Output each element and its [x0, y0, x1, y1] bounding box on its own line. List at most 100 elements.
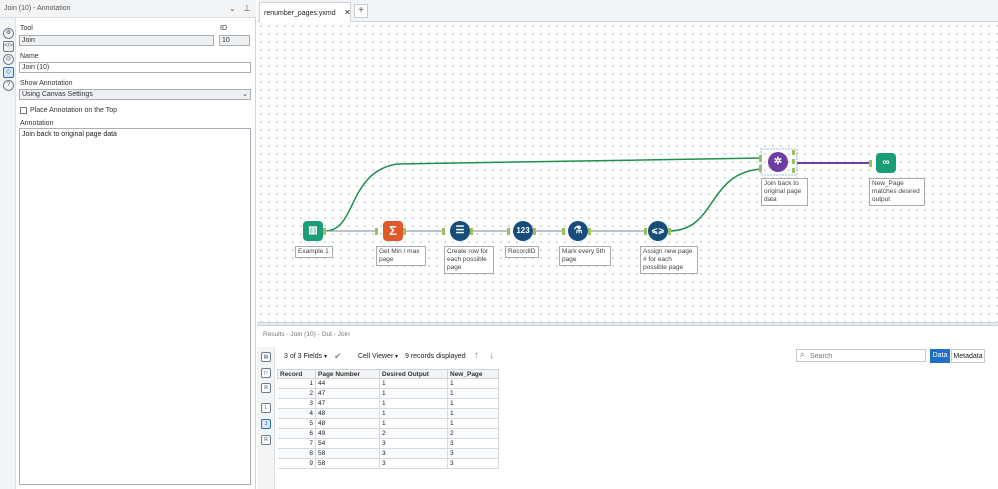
table-row[interactable]: 1 44 1 1: [277, 378, 499, 389]
page-number-cell[interactable]: 48: [315, 418, 380, 429]
left-input-anchor[interactable]: [759, 155, 762, 162]
browse-tool[interactable]: ∞: [876, 153, 896, 173]
output-anchor[interactable]: [668, 228, 671, 235]
annotation-textarea[interactable]: Join back to original page data: [19, 128, 251, 485]
new-page-cell[interactable]: 1: [447, 408, 499, 419]
desired-output-cell[interactable]: 1: [379, 408, 448, 419]
page-number-cell[interactable]: 47: [315, 398, 380, 409]
table-row[interactable]: 3 47 1 1: [277, 398, 499, 409]
output-anchor[interactable]: [533, 228, 536, 235]
page-number-cell[interactable]: 44: [315, 378, 380, 389]
table-row[interactable]: 4 48 1 1: [277, 408, 499, 419]
fields-selector[interactable]: 3 of 3 Fields: [284, 353, 322, 360]
tab-label: renumber_pages.yxmd: [264, 10, 336, 17]
desired-output-cell[interactable]: 3: [379, 458, 448, 469]
new-page-cell[interactable]: 3: [447, 458, 499, 469]
generate-rows-tool[interactable]: ☰: [450, 221, 470, 241]
input-anchor[interactable]: [442, 228, 445, 235]
l-anchor-view-icon[interactable]: L: [261, 403, 271, 413]
page-number-cell[interactable]: 47: [315, 388, 380, 399]
join-right-output-anchor[interactable]: [792, 168, 795, 173]
new-page-cell[interactable]: 3: [447, 438, 499, 449]
r-output-view-icon[interactable]: R: [261, 435, 271, 445]
input-anchor[interactable]: [375, 228, 378, 235]
join-inner-output-anchor[interactable]: [792, 159, 795, 164]
r-anchor-view-icon[interactable]: R: [261, 383, 271, 393]
desired-output-cell[interactable]: 3: [379, 438, 448, 449]
data-button[interactable]: Data: [930, 349, 950, 363]
search-input[interactable]: [810, 351, 920, 361]
configuration-gear-icon[interactable]: ⚙: [3, 28, 14, 39]
connection-multirow-to-join[interactable]: [668, 168, 763, 232]
input-anchor[interactable]: [507, 228, 510, 235]
new-page-cell[interactable]: 1: [447, 378, 499, 389]
table-row[interactable]: 2 47 1 1: [277, 388, 499, 399]
xml-code-icon[interactable]: </>: [3, 41, 14, 52]
formula-tool[interactable]: ⚗: [568, 221, 588, 241]
page-number-cell[interactable]: 49: [315, 428, 380, 439]
input-anchor[interactable]: [869, 160, 872, 167]
tab-renumber-pages[interactable]: renumber_pages.yxmd ✕: [259, 2, 351, 22]
j-anchor-view-icon[interactable]: J: [261, 419, 271, 429]
multi-row-formula-tool[interactable]: ⩽⩾: [648, 221, 668, 241]
show-annotation-select[interactable]: Using Canvas Settings ⌄: [19, 89, 251, 100]
input-anchor-view-icon[interactable]: ▷: [261, 368, 271, 378]
table-row[interactable]: 8 58 3 3: [277, 448, 499, 459]
help-icon[interactable]: ?: [3, 80, 14, 91]
table-row[interactable]: 9 58 3 3: [277, 458, 499, 469]
column-header-desired-output[interactable]: Desired Output: [379, 369, 448, 379]
table-row[interactable]: 5 48 1 1: [277, 418, 499, 429]
desired-output-cell[interactable]: 2: [379, 428, 448, 439]
workflow-canvas[interactable]: ▥ Example 1 Σ Get Min / max page ☰ Creat…: [257, 22, 998, 322]
new-page-cell[interactable]: 1: [447, 388, 499, 399]
name-field[interactable]: Join (10): [19, 62, 251, 73]
new-page-cell[interactable]: 2: [447, 428, 499, 439]
desired-output-cell[interactable]: 1: [379, 378, 448, 389]
checkmark-icon[interactable]: ✔: [334, 351, 342, 362]
metadata-button[interactable]: Metadata: [951, 349, 985, 363]
output-anchor[interactable]: [588, 228, 591, 235]
column-header-page-number[interactable]: Page Number: [315, 369, 380, 379]
desired-output-cell[interactable]: 1: [379, 398, 448, 409]
summarize-tool[interactable]: Σ: [383, 221, 403, 241]
pin-icon[interactable]: ⊥: [243, 3, 251, 14]
annotation-tag-icon[interactable]: ◇: [3, 67, 14, 78]
chevron-down-icon[interactable]: ⌄: [229, 4, 236, 13]
page-number-cell[interactable]: 54: [315, 438, 380, 449]
configuration-panel: Join (10) - Annotation ⌄ ⊥ ⚙ </> ◎ ◇ ? T…: [0, 0, 256, 489]
arrow-up-icon[interactable]: ↑: [474, 350, 479, 361]
join-left-output-anchor[interactable]: [792, 150, 795, 155]
search-box[interactable]: ⌕: [796, 349, 926, 362]
table-row[interactable]: 7 54 3 3: [277, 438, 499, 449]
output-anchor[interactable]: [403, 228, 406, 235]
cell-viewer-selector[interactable]: Cell Viewer: [358, 353, 393, 360]
chevron-down-icon[interactable]: ▾: [324, 353, 327, 360]
arrow-down-icon[interactable]: ↓: [489, 350, 494, 361]
desired-output-cell[interactable]: 1: [379, 388, 448, 399]
page-number-cell[interactable]: 58: [315, 458, 380, 469]
place-on-top-checkbox[interactable]: [20, 107, 27, 114]
output-anchor[interactable]: [323, 228, 326, 235]
chevron-down-icon[interactable]: ▾: [395, 353, 398, 360]
new-page-cell[interactable]: 3: [447, 448, 499, 459]
page-number-cell[interactable]: 48: [315, 408, 380, 419]
record-id-tool[interactable]: 123: [513, 221, 533, 241]
column-header-record[interactable]: Record: [277, 369, 316, 379]
input-anchor[interactable]: [562, 228, 565, 235]
page-number-cell[interactable]: 58: [315, 448, 380, 459]
join-tool[interactable]: ✲: [768, 152, 788, 172]
record-cell: 3: [277, 398, 316, 409]
right-input-anchor[interactable]: [759, 165, 762, 172]
properties-icon[interactable]: ◎: [3, 54, 14, 65]
input-anchor[interactable]: [644, 228, 647, 235]
close-icon[interactable]: ✕: [344, 8, 351, 17]
output-anchor[interactable]: [470, 228, 473, 235]
new-page-cell[interactable]: 1: [447, 398, 499, 409]
column-header-new-page[interactable]: New_Page: [447, 369, 499, 379]
desired-output-cell[interactable]: 1: [379, 418, 448, 429]
new-page-cell[interactable]: 1: [447, 418, 499, 429]
input-tool[interactable]: ▥: [303, 221, 323, 241]
table-row[interactable]: 6 49 2 2: [277, 428, 499, 439]
desired-output-cell[interactable]: 3: [379, 448, 448, 459]
new-tab-button[interactable]: +: [354, 4, 368, 18]
